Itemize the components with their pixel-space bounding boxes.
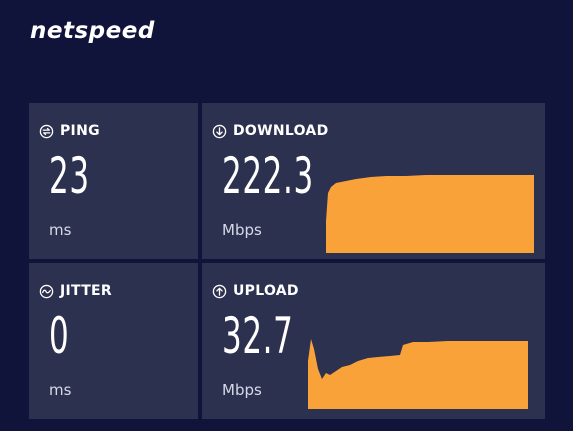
download-unit: Mbps	[222, 221, 262, 239]
upload-header: UPLOAD	[212, 283, 299, 299]
ping-card: PING 23 ms	[29, 103, 198, 259]
jitter-label: JITTER	[60, 283, 112, 299]
app-logo: netspeed	[30, 18, 155, 44]
upload-graph	[308, 339, 528, 409]
jitter-card: JITTER 0 ms	[29, 263, 198, 419]
download-value: 222.3	[222, 147, 314, 205]
ping-value: 23	[49, 147, 90, 205]
ping-header: PING	[39, 123, 100, 139]
upload-arrow-icon	[212, 284, 227, 299]
jitter-value: 0	[49, 307, 70, 365]
upload-label: UPLOAD	[233, 283, 299, 299]
ping-icon	[39, 124, 54, 139]
jitter-unit: ms	[49, 381, 72, 399]
download-graph	[326, 175, 534, 253]
ping-unit: ms	[49, 221, 72, 239]
download-arrow-icon	[212, 124, 227, 139]
ping-label: PING	[60, 123, 100, 139]
upload-unit: Mbps	[222, 381, 262, 399]
upload-value: 32.7	[222, 307, 294, 365]
jitter-header: JITTER	[39, 283, 112, 299]
download-label: DOWNLOAD	[233, 123, 329, 139]
download-card: DOWNLOAD 222.3 Mbps	[202, 103, 545, 259]
download-header: DOWNLOAD	[212, 123, 329, 139]
upload-card: UPLOAD 32.7 Mbps	[202, 263, 545, 419]
jitter-icon	[39, 284, 54, 299]
